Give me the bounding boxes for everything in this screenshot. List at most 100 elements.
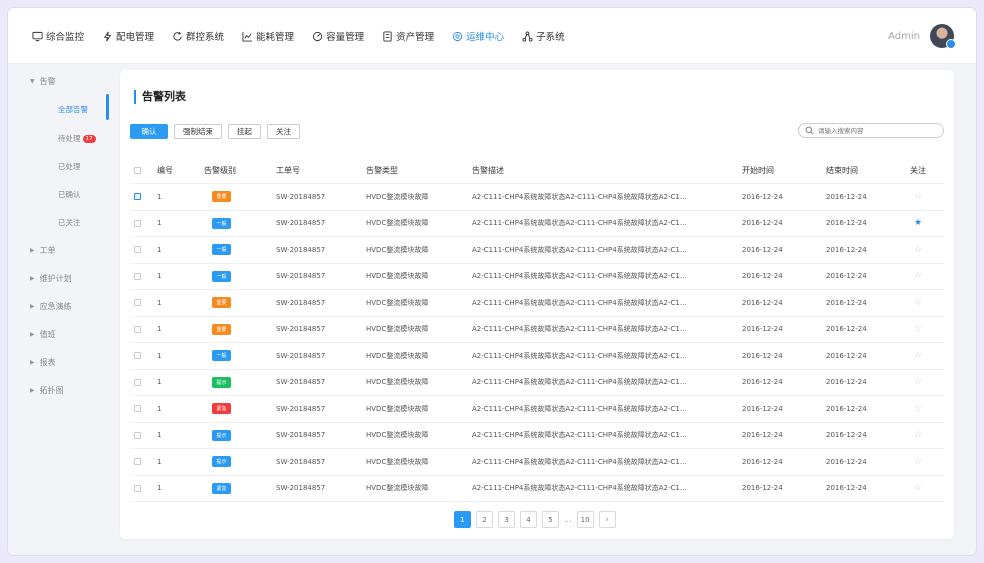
force-end-button[interactable]: 强制结束 <box>174 124 222 139</box>
row-select-cell[interactable] <box>134 264 141 290</box>
table-row[interactable]: 1 提示 SW-20184857 HVDC整流模块故障 A2-C111-CHP4系统故障… <box>130 370 944 396</box>
table-row[interactable]: 1 一般 SW-20184857 HVDC整流模块故障 A2-C111-CHP4系统故障… <box>130 343 944 370</box>
col-header-no[interactable]: 编号 <box>157 158 173 183</box>
table-row[interactable]: 1 提示 SW-20184857 HVDC整流模块故障 A2-C111-CHP4系统故障… <box>130 423 944 449</box>
star-icon[interactable]: ☆ <box>914 271 922 281</box>
row-checkbox[interactable] <box>134 219 141 227</box>
star-icon[interactable]: ☆ <box>914 377 922 387</box>
sidebar-item-pending[interactable]: 待处理 17 <box>58 133 96 144</box>
cell-follow[interactable]: ☆ <box>910 264 922 290</box>
nav-item-3[interactable]: 能耗管理 <box>242 29 294 43</box>
table-row[interactable]: 1 一般 SW-20184857 HVDC整流模块故障 A2-C111-CHP4系统故障… <box>130 237 944 264</box>
cell-follow[interactable]: ☆ <box>910 184 922 210</box>
nav-item-4[interactable]: 容量管理 <box>312 29 364 43</box>
star-icon[interactable]: ☆ <box>914 483 922 493</box>
row-checkbox[interactable] <box>134 246 141 254</box>
cell-follow[interactable]: ★ <box>910 211 922 237</box>
cell-follow[interactable]: ☆ <box>910 423 922 449</box>
star-icon[interactable]: ☆ <box>914 298 922 308</box>
search-box[interactable] <box>798 123 944 138</box>
row-checkbox[interactable] <box>134 431 141 439</box>
star-icon[interactable]: ☆ <box>914 430 922 440</box>
table-row[interactable]: 1 重要 SW-20184857 HVDC整流模块故障 A2-C111-CHP4系统故障… <box>130 317 944 343</box>
sidebar-item-confirmed[interactable]: 已确认 <box>58 189 81 200</box>
confirm-button[interactable]: 确认 <box>130 124 168 139</box>
row-select-cell[interactable] <box>134 343 141 369</box>
row-select-cell[interactable] <box>134 476 141 502</box>
row-checkbox[interactable] <box>134 484 141 492</box>
next-page-button[interactable]: › <box>598 511 616 528</box>
suspend-button[interactable]: 挂起 <box>228 124 261 139</box>
select-all-cell[interactable] <box>134 158 141 183</box>
row-checkbox[interactable] <box>134 299 141 307</box>
nav-item-7[interactable]: 子系统 <box>522 29 565 43</box>
row-select-cell[interactable] <box>134 184 141 210</box>
sidebar-group-report[interactable]: ▶ 报表 <box>30 357 56 368</box>
cell-follow[interactable]: ☆ <box>910 476 922 502</box>
cell-follow[interactable]: ☆ <box>910 343 922 369</box>
col-header-level[interactable]: 告警级别 <box>204 158 236 183</box>
row-select-cell[interactable] <box>134 396 141 422</box>
table-row[interactable]: 1 一般 SW-20184857 HVDC整流模块故障 A2-C111-CHP4系统故障… <box>130 211 944 237</box>
sidebar-group-alarm[interactable]: ▼ 告警 <box>30 76 56 87</box>
page-button[interactable]: 2 <box>476 511 493 528</box>
sidebar-group-workorder[interactable]: ▶ 工单 <box>30 245 56 256</box>
sidebar-group-duty[interactable]: ▶ 值班 <box>30 329 56 340</box>
row-checkbox[interactable] <box>134 378 141 386</box>
cell-follow[interactable]: ☆ <box>910 317 922 343</box>
search-input[interactable] <box>818 126 938 135</box>
sidebar-group-topology[interactable]: ▶ 拓扑图 <box>30 385 64 396</box>
user-name[interactable]: Admin <box>888 31 920 42</box>
cell-follow[interactable]: ☆ <box>910 396 922 422</box>
table-row[interactable]: 1 重要 SW-20184857 HVDC整流模块故障 A2-C111-CHP4系统故障… <box>130 184 944 211</box>
sidebar-item-processed[interactable]: 已处理 <box>58 161 81 172</box>
row-select-cell[interactable] <box>134 449 141 475</box>
row-select-cell[interactable] <box>134 290 141 316</box>
row-select-cell[interactable] <box>134 317 141 343</box>
col-header-desc[interactable]: 告警描述 <box>472 158 504 183</box>
table-row[interactable]: 1 提示 SW-20184857 HVDC整流模块故障 A2-C111-CHP4系统故障… <box>130 449 944 476</box>
nav-item-0[interactable]: 综合监控 <box>32 29 84 43</box>
avatar[interactable] <box>930 24 956 49</box>
col-header-order[interactable]: 工单号 <box>276 158 300 183</box>
sidebar-group-maintenance[interactable]: ▶ 维护计划 <box>30 273 72 284</box>
page-button[interactable]: 3 <box>498 511 515 528</box>
row-select-cell[interactable] <box>134 370 141 396</box>
col-header-follow[interactable]: 关注 <box>910 158 926 183</box>
page-button[interactable]: 5 <box>542 511 559 528</box>
follow-button[interactable]: 关注 <box>267 124 300 139</box>
star-icon[interactable]: ☆ <box>914 324 922 334</box>
star-icon[interactable]: ☆ <box>914 457 922 467</box>
user-menu[interactable]: Admin <box>888 24 956 49</box>
star-icon[interactable]: ☆ <box>914 404 922 414</box>
nav-item-2[interactable]: 群控系统 <box>172 29 224 43</box>
star-icon[interactable]: ☆ <box>914 245 922 255</box>
row-checkbox[interactable] <box>134 272 141 280</box>
col-header-start[interactable]: 开始时间 <box>742 158 774 183</box>
row-select-cell[interactable] <box>134 211 141 237</box>
sidebar-item-all-alarms[interactable]: 全部告警 <box>58 104 88 115</box>
col-header-type[interactable]: 告警类型 <box>366 158 398 183</box>
sidebar-item-followed[interactable]: 已关注 <box>58 217 81 228</box>
star-icon[interactable]: ☆ <box>914 192 922 202</box>
cell-follow[interactable]: ☆ <box>910 290 922 316</box>
row-checkbox[interactable] <box>134 458 141 466</box>
col-header-end[interactable]: 结束时间 <box>826 158 858 183</box>
cell-follow[interactable]: ☆ <box>910 370 922 396</box>
row-checkbox[interactable] <box>134 405 141 413</box>
page-button[interactable]: 4 <box>520 511 537 528</box>
table-row[interactable]: 1 一般 SW-20184857 HVDC整流模块故障 A2-C111-CHP4系统故障… <box>130 264 944 290</box>
star-icon[interactable]: ★ <box>914 218 922 228</box>
row-select-cell[interactable] <box>134 423 141 449</box>
sidebar-group-drill[interactable]: ▶ 应急演练 <box>30 301 72 312</box>
nav-item-1[interactable]: 配电管理 <box>102 29 154 43</box>
cell-follow[interactable]: ☆ <box>910 449 922 475</box>
table-row[interactable]: 1 紧急 SW-20184857 HVDC整流模块故障 A2-C111-CHP4系统故障… <box>130 396 944 423</box>
table-row[interactable]: 1 紧急 SW-20184857 HVDC整流模块故障 A2-C111-CHP4系统故障… <box>130 476 944 502</box>
nav-item-6[interactable]: 运维中心 <box>452 29 504 43</box>
row-checkbox[interactable] <box>134 325 141 333</box>
page-button-last[interactable]: 10 <box>576 511 594 528</box>
page-button[interactable]: 1 <box>454 511 471 528</box>
table-row[interactable]: 1 重要 SW-20184857 HVDC整流模块故障 A2-C111-CHP4系统故障… <box>130 290 944 317</box>
row-checkbox[interactable] <box>134 193 141 201</box>
